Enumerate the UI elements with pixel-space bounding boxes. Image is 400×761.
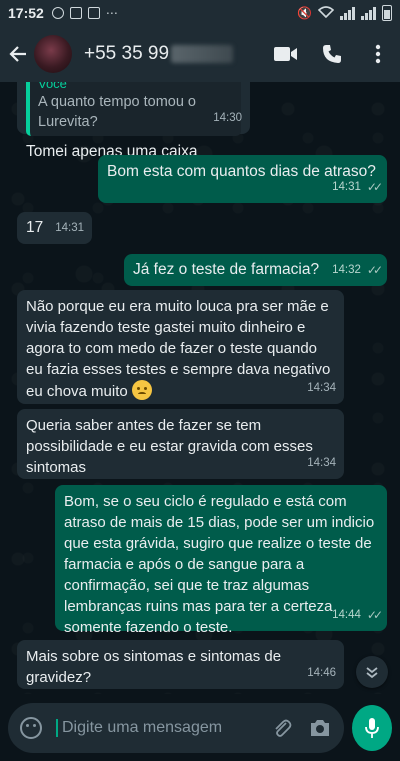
quote-text: A quanto tempo tomou o Lurevita? (38, 94, 196, 130)
scroll-down-button[interactable] (356, 656, 388, 688)
message-meta: 14:30 (213, 108, 242, 129)
message-time: 14:44 (332, 609, 361, 621)
wifi-icon (317, 5, 335, 21)
contact-name[interactable]: +55 35 99 (84, 43, 234, 65)
message-composer (0, 694, 400, 761)
message-incoming[interactable]: 17 14:31 (17, 212, 92, 244)
chevron-down-icon (366, 667, 378, 679)
microphone-icon (365, 717, 379, 738)
message-time: 14:31 (332, 181, 361, 193)
message-meta: 14:31 (55, 218, 84, 239)
message-time: 14:34 (307, 382, 336, 394)
message-time: 14:32 (332, 264, 361, 276)
camera-icon[interactable] (308, 716, 332, 740)
status-bar: 17:52 ⋯ 🔇 (0, 0, 400, 26)
message-outgoing[interactable]: Bom esta com quantos dias de atraso? 14:… (98, 155, 387, 203)
message-input[interactable] (56, 718, 256, 737)
b-notification-icon (51, 7, 64, 19)
redacted-number (171, 44, 234, 63)
double-check-icon: ✓✓ (366, 608, 383, 622)
mute-icon: 🔇 (297, 6, 312, 20)
message-text-content: Não porque eu era muito louca pra ser mã… (26, 298, 331, 400)
message-incoming[interactable]: Você A quanto tempo tomou o Lurevita? To… (17, 82, 250, 160)
double-check-icon: ✓✓ (366, 180, 383, 194)
message-outgoing[interactable]: Já fez o teste de farmacia? 14:32 ✓✓ (124, 254, 387, 286)
message-meta: 14:32 ✓✓ (332, 260, 383, 281)
message-meta: 14:31 ✓✓ (332, 177, 383, 198)
signal-icon (340, 6, 355, 20)
message-text: Não porque eu era muito louca pra ser mã… (26, 296, 331, 402)
message-incoming[interactable]: Mais sobre os sintomas e sintomas de gra… (17, 640, 344, 689)
contact-number: +55 35 99 (84, 43, 170, 64)
battery-icon (382, 5, 392, 21)
double-check-icon: ✓✓ (366, 263, 383, 277)
voice-call-icon[interactable] (320, 42, 344, 66)
mic-button[interactable] (352, 704, 392, 751)
more-options-icon[interactable] (366, 42, 390, 66)
message-meta: 14:44 ✓✓ (332, 605, 383, 626)
quote-author: Você (38, 82, 67, 91)
video-call-icon[interactable] (274, 42, 298, 66)
status-time: 17:52 (8, 5, 44, 21)
message-text: Mais sobre os sintomas e sintomas de gra… (26, 648, 282, 686)
message-meta: 14:34 (307, 378, 336, 399)
message-incoming[interactable]: Não porque eu era muito louca pra ser mã… (17, 290, 344, 404)
attach-icon[interactable] (270, 716, 294, 740)
contact-avatar[interactable] (34, 35, 72, 73)
more-notifications-icon: ⋯ (105, 6, 118, 20)
message-meta: 14:46 (307, 663, 336, 684)
disappointed-face-icon (131, 380, 152, 400)
message-incoming[interactable]: Queria saber antes de fazer se tem possi… (17, 409, 344, 479)
notification-icons: ⋯ (51, 6, 118, 20)
chat-area[interactable]: Você A quanto tempo tomou o Lurevita? To… (0, 82, 400, 694)
emoji-icon[interactable] (20, 716, 42, 739)
message-meta: 14:34 (307, 453, 336, 474)
message-text: Queria saber antes de fazer se tem possi… (26, 417, 313, 476)
chat-header: +55 35 99 (0, 26, 400, 82)
signal-2-icon (361, 6, 376, 20)
message-time: 14:31 (55, 222, 84, 234)
back-arrow-icon[interactable] (6, 42, 30, 66)
message-time: 14:34 (307, 457, 336, 469)
message-time: 14:30 (213, 112, 242, 124)
message-input-box[interactable] (8, 702, 344, 753)
gallery-notification-icon (87, 7, 100, 19)
message-notification-icon (69, 7, 82, 19)
quoted-message[interactable]: Você A quanto tempo tomou o Lurevita? (26, 82, 241, 136)
message-outgoing[interactable]: Bom, se o seu ciclo é regulado e está co… (55, 485, 387, 636)
message-time: 14:46 (307, 667, 336, 679)
system-icons: 🔇 (297, 5, 392, 21)
